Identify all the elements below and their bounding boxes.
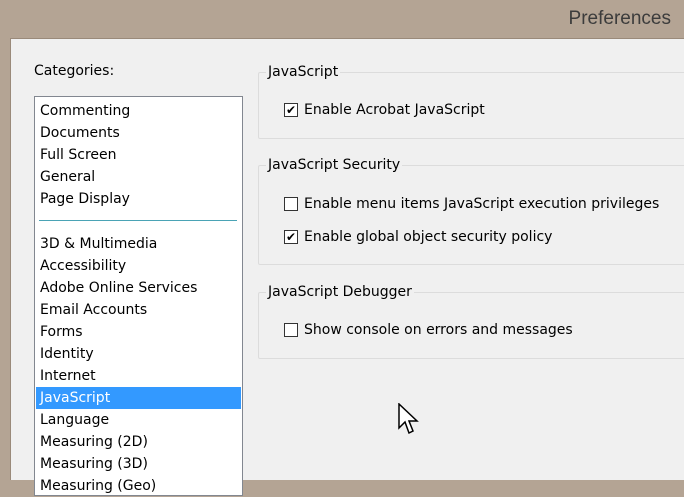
category-item[interactable]: Email Accounts — [36, 299, 241, 321]
checkbox-icon[interactable]: ✔ — [284, 103, 298, 117]
categories-label: Categories: — [34, 63, 115, 79]
checkbox-label: Enable menu items JavaScript execution p… — [304, 196, 660, 212]
enable-acrobat-javascript-checkbox[interactable]: ✔ Enable Acrobat JavaScript — [284, 102, 485, 118]
category-item[interactable]: Measuring (3D) — [36, 453, 241, 475]
checkbox-label: Show console on errors and messages — [304, 322, 573, 338]
checkbox-icon[interactable] — [284, 197, 298, 211]
category-item[interactable]: Measuring (Geo) — [36, 475, 241, 497]
category-item[interactable]: Full Screen — [36, 144, 241, 166]
category-item[interactable]: Forms — [36, 321, 241, 343]
category-item[interactable]: Internet — [36, 365, 241, 387]
show-console-checkbox[interactable]: Show console on errors and messages — [284, 322, 573, 338]
category-item[interactable]: Identity — [36, 343, 241, 365]
enable-global-object-security-checkbox[interactable]: ✔ Enable global object security policy — [284, 229, 552, 245]
category-item[interactable]: Accessibility — [36, 255, 241, 277]
categories-listbox[interactable]: Commenting Documents Full Screen General Pag… — [34, 96, 243, 496]
list-separator — [39, 220, 237, 221]
checkbox-icon[interactable] — [284, 323, 298, 337]
group-title: JavaScript Security — [266, 156, 403, 174]
category-item[interactable]: Measuring (2D) — [36, 431, 241, 453]
group-title: JavaScript Debugger — [266, 283, 414, 301]
category-item[interactable]: 3D & Multimedia — [36, 233, 241, 255]
category-item[interactable]: Page Display — [36, 188, 241, 210]
javascript-debugger-group: JavaScript Debugger Show console on erro… — [258, 283, 684, 359]
category-item[interactable]: Language — [36, 409, 241, 431]
javascript-security-group: JavaScript Security Enable menu items Ja… — [258, 156, 684, 265]
mouse-cursor-icon — [398, 403, 419, 435]
checkbox-label: Enable Acrobat JavaScript — [304, 102, 485, 118]
category-item[interactable]: Commenting — [36, 100, 241, 122]
group-title: JavaScript — [266, 63, 341, 81]
category-item[interactable]: Adobe Online Services — [36, 277, 241, 299]
checkbox-icon[interactable]: ✔ — [284, 230, 298, 244]
checkbox-label: Enable global object security policy — [304, 229, 553, 245]
javascript-group: JavaScript ✔ Enable Acrobat JavaScript — [258, 63, 684, 139]
category-item[interactable]: General — [36, 166, 241, 188]
window-title: Preferences — [568, 8, 671, 29]
category-item[interactable]: JavaScript — [36, 387, 241, 409]
enable-menu-items-privileges-checkbox[interactable]: Enable menu items JavaScript execution p… — [284, 196, 659, 212]
category-item[interactable]: Documents — [36, 122, 241, 144]
